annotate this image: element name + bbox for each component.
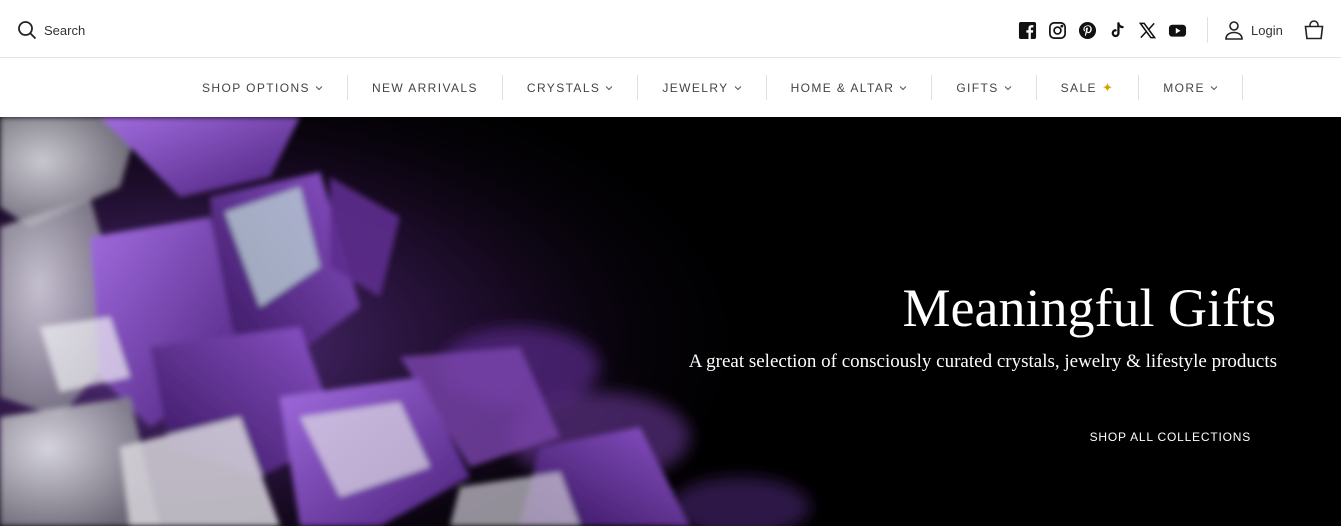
nav-item-shop-options[interactable]: SHOP OPTIONS xyxy=(178,75,348,100)
nav-item-gifts[interactable]: GIFTS xyxy=(932,75,1037,100)
youtube-icon[interactable] xyxy=(1167,20,1188,41)
login-link[interactable]: Login xyxy=(1224,20,1283,40)
nav-item-label: SALE xyxy=(1060,80,1097,95)
nav-item-sale[interactable]: SALE ✦ xyxy=(1037,75,1140,100)
main-navigation: SHOP OPTIONS NEW ARRIVALS CRYSTALS JEWELRY H… xyxy=(0,58,1341,117)
nav-item-more[interactable]: MORE xyxy=(1139,75,1243,100)
chevron-down-icon xyxy=(734,85,741,90)
top-bar: Search Login xyxy=(0,0,1341,58)
cart-button[interactable] xyxy=(1303,19,1325,41)
nav-item-label: SHOP OPTIONS xyxy=(202,80,310,95)
nav-item-home-altar[interactable]: HOME & ALTAR xyxy=(767,75,933,100)
chevron-down-icon xyxy=(1004,85,1012,90)
nav-item-crystals[interactable]: CRYSTALS xyxy=(503,75,639,100)
shop-all-collections-button[interactable]: SHOP ALL COLLECTIONS xyxy=(1090,430,1251,444)
facebook-icon[interactable] xyxy=(1017,20,1038,41)
login-label: Login xyxy=(1251,22,1283,38)
search-button[interactable]: Search xyxy=(17,20,85,40)
search-label: Search xyxy=(44,22,86,38)
tiktok-icon[interactable] xyxy=(1107,20,1128,41)
social-links xyxy=(1017,20,1197,41)
instagram-icon[interactable] xyxy=(1047,20,1068,41)
x-icon[interactable] xyxy=(1137,20,1158,41)
nav-item-label: CRYSTALS xyxy=(526,80,601,95)
header-divider xyxy=(1207,17,1208,43)
chevron-down-icon xyxy=(899,85,907,90)
nav-item-label: HOME & ALTAR xyxy=(790,80,895,95)
nav-item-label: NEW ARRIVALS xyxy=(371,80,478,95)
search-icon xyxy=(18,21,37,40)
nav-item-label: GIFTS xyxy=(956,80,999,95)
pinterest-icon[interactable] xyxy=(1077,20,1098,41)
shopping-bag-icon xyxy=(1304,20,1324,40)
nav-item-label: MORE xyxy=(1163,80,1205,95)
nav-list: SHOP OPTIONS NEW ARRIVALS CRYSTALS JEWELRY H… xyxy=(178,75,1243,100)
nav-item-label: JEWELRY xyxy=(662,80,729,95)
hero-title: Meaningful Gifts xyxy=(902,278,1276,338)
nav-item-jewelry[interactable]: JEWELRY xyxy=(638,75,767,100)
nav-item-new-arrivals[interactable]: NEW ARRIVALS xyxy=(348,75,503,100)
sparkle-icon: ✦ xyxy=(1101,79,1115,95)
user-icon xyxy=(1225,21,1243,40)
chevron-down-icon xyxy=(315,85,323,90)
chevron-down-icon xyxy=(605,85,613,90)
hero-banner: Meaningful Gifts A great selection of co… xyxy=(0,117,1341,526)
chevron-down-icon xyxy=(1210,85,1218,90)
hero-subtitle: A great selection of consciously curated… xyxy=(688,351,1277,372)
